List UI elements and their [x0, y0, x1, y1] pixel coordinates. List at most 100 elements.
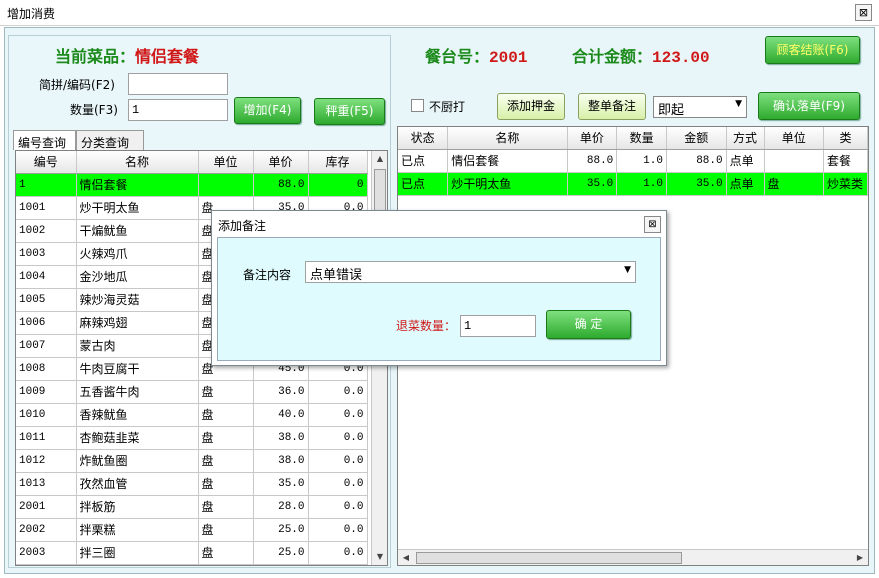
cell-stock: 0.0 [308, 426, 368, 450]
col-code[interactable]: 编号 [16, 151, 77, 174]
no-kitchen-print-checkbox[interactable] [411, 99, 424, 112]
cell-name: 香辣鱿鱼 [76, 403, 199, 427]
col-name[interactable]: 名称 [447, 127, 568, 150]
col-price[interactable]: 单价 [253, 151, 309, 174]
scroll-down-icon[interactable]: ▼ [372, 549, 387, 565]
table-row[interactable]: 已点 情侣套餐 88.0 1.0 88.0 点单 套餐 [398, 149, 868, 173]
col-stock[interactable]: 库存 [308, 151, 368, 174]
col-unit[interactable]: 单位 [764, 127, 824, 150]
scroll-up-icon[interactable]: ▲ [372, 151, 387, 167]
cell-code: 1007 [16, 334, 77, 358]
current-dish: 当前菜品：情侣套餐 [55, 43, 199, 67]
cell-code: 1011 [16, 426, 77, 450]
table-row[interactable]: 1 情侣套餐 88.0 0 [16, 173, 368, 197]
scroll-thumb[interactable] [416, 552, 682, 564]
cell-code: 1002 [16, 219, 77, 243]
cell-name: 情侣套餐 [76, 173, 199, 197]
checkout-button[interactable]: 顾客结账(F6) [765, 36, 860, 64]
table-number: 餐台号：2001 [425, 43, 527, 67]
cell-code: 2001 [16, 495, 77, 519]
cell-stock: 0.0 [308, 541, 368, 565]
total-amount-value: 123.00 [652, 49, 710, 67]
col-amount[interactable]: 金额 [666, 127, 727, 150]
table-row[interactable]: 2002 拌栗糕盘 25.0 0.0 [16, 518, 368, 542]
cell-name: 干煸鱿鱼 [76, 219, 199, 243]
cell-code: 1001 [16, 196, 77, 220]
cell-price: 35.0 [253, 472, 309, 496]
tab-code-query[interactable]: 编号查询 [13, 130, 76, 150]
cell-code: 2002 [16, 518, 77, 542]
cell-code: 1009 [16, 380, 77, 404]
table-row[interactable]: 2003 拌三圈盘 25.0 0.0 [16, 541, 368, 565]
table-row[interactable]: 2001 拌板筋盘 28.0 0.0 [16, 495, 368, 519]
cell-price: 38.0 [253, 426, 309, 450]
col-price[interactable]: 单价 [567, 127, 618, 150]
cell-mode: 点单 [726, 172, 765, 196]
table-row[interactable]: 1009 五香酱牛肉盘 36.0 0.0 [16, 380, 368, 404]
qty-input[interactable] [128, 99, 228, 121]
cell-price: 25.0 [253, 518, 309, 542]
total-amount: 合计金额：123.00 [572, 43, 710, 67]
cell-unit: 盘 [198, 518, 254, 542]
chevron-down-icon: ▼ [735, 99, 742, 109]
scroll-right-icon[interactable]: ▶ [852, 550, 868, 565]
return-qty-label: 退菜数量： [396, 319, 457, 333]
close-icon[interactable]: ⊠ [855, 4, 872, 21]
order-note-button[interactable]: 整单备注 [578, 93, 646, 120]
table-row[interactable]: 已点 炒干明太鱼 35.0 1.0 35.0 点单 盘 炒菜类 [398, 172, 868, 196]
cell-name: 蒙古肉 [76, 334, 199, 358]
cell-mode: 点单 [726, 149, 765, 173]
cell-stock: 0.0 [308, 449, 368, 473]
col-unit[interactable]: 单位 [198, 151, 254, 174]
cell-price: 25.0 [253, 541, 309, 565]
cell-price: 38.0 [253, 449, 309, 473]
cell-code: 1005 [16, 288, 77, 312]
tab-category-query[interactable]: 分类查询 [76, 130, 144, 150]
add-button[interactable]: 增加(F4) [234, 97, 301, 124]
cell-unit: 盘 [198, 403, 254, 427]
cell-amount: 88.0 [666, 149, 727, 173]
code-input[interactable] [128, 73, 228, 95]
serve-mode-value: 即起 [658, 103, 685, 118]
cell-price: 36.0 [253, 380, 309, 404]
note-label: 备注内容 [243, 268, 292, 282]
weigh-button[interactable]: 秤重(F5) [314, 98, 385, 125]
cell-unit: 盘 [198, 380, 254, 404]
cell-name: 火辣鸡爪 [76, 242, 199, 266]
cell-name: 拌栗糕 [76, 518, 199, 542]
cell-unit: 盘 [764, 172, 824, 196]
confirm-order-button[interactable]: 确认落单(F9) [758, 92, 860, 120]
col-name[interactable]: 名称 [76, 151, 199, 174]
col-qty[interactable]: 数量 [616, 127, 667, 150]
return-qty-input[interactable] [460, 315, 536, 337]
cell-stock: 0 [308, 173, 368, 197]
note-combo[interactable]: 点单错误 ▼ [305, 261, 636, 283]
scroll-left-icon[interactable]: ◀ [398, 550, 414, 565]
order-grid-hscroll[interactable]: ◀ ▶ [398, 549, 868, 565]
cell-code: 2003 [16, 541, 77, 565]
cell-name: 麻辣鸡翅 [76, 311, 199, 335]
ok-button[interactable]: 确 定 [546, 310, 631, 339]
cell-name: 辣炒海灵菇 [76, 288, 199, 312]
table-number-label: 餐台号： [425, 47, 490, 66]
col-category[interactable]: 类 [823, 127, 868, 150]
col-status[interactable]: 状态 [398, 127, 449, 150]
table-row[interactable]: 1011 杏鲍菇韭菜盘 38.0 0.0 [16, 426, 368, 450]
cell-status: 已点 [398, 172, 449, 196]
close-icon[interactable]: ⊠ [644, 216, 661, 233]
serve-mode-select[interactable]: 即起 ▼ [653, 96, 747, 118]
table-row[interactable]: 1010 香辣鱿鱼盘 40.0 0.0 [16, 403, 368, 427]
cell-code: 1013 [16, 472, 77, 496]
cell-name: 情侣套餐 [447, 149, 568, 173]
cell-code: 1012 [16, 449, 77, 473]
cell-stock: 0.0 [308, 495, 368, 519]
col-mode[interactable]: 方式 [726, 127, 765, 150]
chevron-down-icon: ▼ [624, 265, 631, 275]
add-deposit-button[interactable]: 添加押金 [497, 93, 565, 120]
cell-price: 88.0 [567, 149, 618, 173]
cell-name: 孜然血管 [76, 472, 199, 496]
cell-stock: 0.0 [308, 518, 368, 542]
table-row[interactable]: 1012 炸鱿鱼圈盘 38.0 0.0 [16, 449, 368, 473]
table-row[interactable]: 1013 孜然血管盘 35.0 0.0 [16, 472, 368, 496]
cell-unit: 盘 [198, 472, 254, 496]
